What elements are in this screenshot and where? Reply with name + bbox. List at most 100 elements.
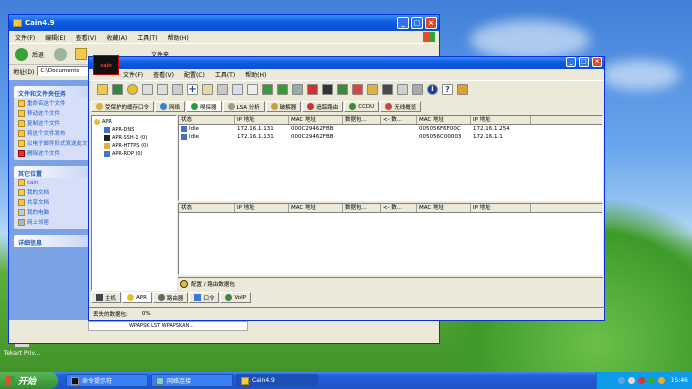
task-item[interactable]: 移动这个文件 <box>14 108 92 118</box>
dict-icon[interactable] <box>397 84 408 95</box>
tab-passwords[interactable]: 口令 <box>189 292 220 303</box>
close-button[interactable]: × <box>592 57 602 67</box>
col-mac-2[interactable]: MAC 地址 <box>417 116 471 124</box>
place-item[interactable]: 我的文档 <box>14 187 92 197</box>
network-tray-icon[interactable] <box>617 377 625 384</box>
tab-voip[interactable]: VoIP <box>220 292 252 303</box>
apr-poison-icon[interactable] <box>127 84 138 95</box>
key-icon[interactable] <box>367 84 378 95</box>
start-button[interactable]: 开始 <box>0 372 58 389</box>
task-item[interactable]: 复制这个文件 <box>14 118 92 128</box>
other-places-header[interactable]: 其它位置 <box>14 166 92 178</box>
menu-file[interactable]: 文件(F) <box>15 33 35 42</box>
cain-menu-help[interactable]: 帮助(H) <box>245 70 266 79</box>
table-row[interactable]: Idle 172.16.1.131 000C29462FBB 005056C00… <box>179 133 602 141</box>
calculator-icon[interactable] <box>292 84 303 95</box>
maximize-button[interactable]: □ <box>411 17 423 29</box>
info-icon[interactable]: i <box>427 84 438 95</box>
col-ip-2[interactable]: IP 地址 <box>471 116 531 124</box>
menu-favorites[interactable]: 收藏(A) <box>106 33 127 42</box>
tree-item-apr-https[interactable]: APR-HTTPS (0) <box>94 142 174 150</box>
menu-view[interactable]: 查看(V) <box>76 33 97 42</box>
col-packets[interactable]: 数据包... <box>343 116 381 124</box>
details-header[interactable]: 详细信息 <box>14 235 92 247</box>
col-status[interactable]: 状态 <box>179 116 235 124</box>
cert-icon[interactable] <box>307 84 318 95</box>
update-tray-icon[interactable] <box>657 377 665 384</box>
sniffer-start-icon[interactable] <box>112 84 123 95</box>
back-button[interactable]: 后退 <box>32 50 44 59</box>
task-item[interactable]: 将这个文件发布 <box>14 128 92 138</box>
close-button[interactable]: × <box>425 17 437 29</box>
hash-icon[interactable] <box>232 84 243 95</box>
place-item[interactable]: 网上邻居 <box>14 217 92 229</box>
tab-traceroute[interactable]: 追踪路由 <box>302 101 344 112</box>
col-ip[interactable]: IP 地址 <box>235 204 289 212</box>
cain-titlebar[interactable]: cain _ □ × <box>89 55 604 75</box>
menu-edit[interactable]: 编辑(E) <box>45 33 65 42</box>
taskbar-item-cain[interactable]: Cain4.9 <box>236 374 318 387</box>
wifi-icon[interactable] <box>352 84 363 95</box>
security-tray-icon[interactable] <box>637 377 645 384</box>
task-item[interactable]: 以电子邮件形式发送此文件 <box>14 138 92 148</box>
task-item[interactable]: 重命名这个文件 <box>14 98 92 108</box>
network-card-icon[interactable] <box>262 84 273 95</box>
col-ip[interactable]: IP 地址 <box>235 116 289 124</box>
taskbar-item-cmd[interactable]: 命令提示符 <box>66 374 148 387</box>
col-mac-2[interactable]: MAC 地址 <box>417 204 471 212</box>
tab-hosts[interactable]: 主机 <box>91 292 122 303</box>
tab-sniffer[interactable]: 嗅探器 <box>186 101 222 112</box>
forward-arrow-icon[interactable] <box>54 47 68 61</box>
taskbar-item-network[interactable]: 网络连接 <box>151 374 233 387</box>
menu-tools[interactable]: 工具(T) <box>137 33 157 42</box>
tree-item-apr[interactable]: APR <box>94 118 174 126</box>
tree-item-apr-dns[interactable]: APR-DNS <box>94 126 174 134</box>
minimize-button[interactable]: _ <box>566 57 576 67</box>
tab-ccdu[interactable]: CCDU <box>344 101 380 112</box>
decode-icon[interactable] <box>217 84 228 95</box>
hex-icon[interactable] <box>157 84 168 95</box>
add-icon[interactable]: + <box>187 84 198 95</box>
cain-menu-config[interactable]: 配置(C) <box>184 70 205 79</box>
maximize-button[interactable]: □ <box>579 57 589 67</box>
config-route-bar[interactable]: 配置 / 路由数据包 <box>178 277 603 289</box>
cain-menu-file[interactable]: 文件(F) <box>123 70 143 79</box>
search-icon[interactable] <box>247 84 258 95</box>
table-icon[interactable] <box>172 84 183 95</box>
task-item[interactable]: 删除这个文件 <box>14 148 92 160</box>
place-item[interactable]: 共享文档 <box>14 197 92 207</box>
tab-routers[interactable]: 路由器 <box>152 292 189 303</box>
tab-lsa[interactable]: LSA 分析 <box>222 101 265 112</box>
col-mac[interactable]: MAC 地址 <box>289 116 343 124</box>
cain-menu-tools[interactable]: 工具(T) <box>215 70 235 79</box>
tree-item-apr-ssh[interactable]: APR-SSH-1 (0) <box>94 134 174 142</box>
ime-tray-icon[interactable] <box>647 377 655 384</box>
file-tasks-header[interactable]: 文件和文件夹任务 <box>14 86 92 98</box>
tab-wireless[interactable]: 无线概览 <box>380 101 422 112</box>
col-status[interactable]: 状态 <box>179 204 235 212</box>
hash-table-icon[interactable] <box>277 84 288 95</box>
tab-apr[interactable]: APR <box>122 292 152 303</box>
place-item[interactable]: cain <box>14 178 92 187</box>
open-icon[interactable] <box>97 84 108 95</box>
table-row[interactable]: Idle 172.16.1.131 000C29462FBB 005056F6F… <box>179 125 602 133</box>
place-item[interactable]: 我的电脑 <box>14 207 92 217</box>
volume-tray-icon[interactable] <box>627 377 635 384</box>
brute-icon[interactable] <box>382 84 393 95</box>
col-ip-2[interactable]: IP 地址 <box>471 204 531 212</box>
up-folder-icon[interactable] <box>75 48 88 60</box>
settings-icon[interactable] <box>412 84 423 95</box>
binary-icon[interactable] <box>142 84 153 95</box>
wand-icon[interactable] <box>202 84 213 95</box>
cain-menu-view[interactable]: 查看(V) <box>153 70 174 79</box>
tab-network[interactable]: 网络 <box>155 101 186 112</box>
tab-cracker[interactable]: 破解器 <box>265 101 302 112</box>
abel-icon[interactable] <box>457 84 468 95</box>
wep-icon[interactable] <box>337 84 348 95</box>
menu-help[interactable]: 帮助(H) <box>168 33 189 42</box>
rsa-icon[interactable] <box>322 84 333 95</box>
tree-item-apr-rdp[interactable]: APR-RDP (0) <box>94 150 174 158</box>
clock[interactable]: 15:46 <box>671 377 688 384</box>
col-packets[interactable]: 数据包... <box>343 204 381 212</box>
col-packets-back[interactable]: <- 数... <box>381 116 417 124</box>
